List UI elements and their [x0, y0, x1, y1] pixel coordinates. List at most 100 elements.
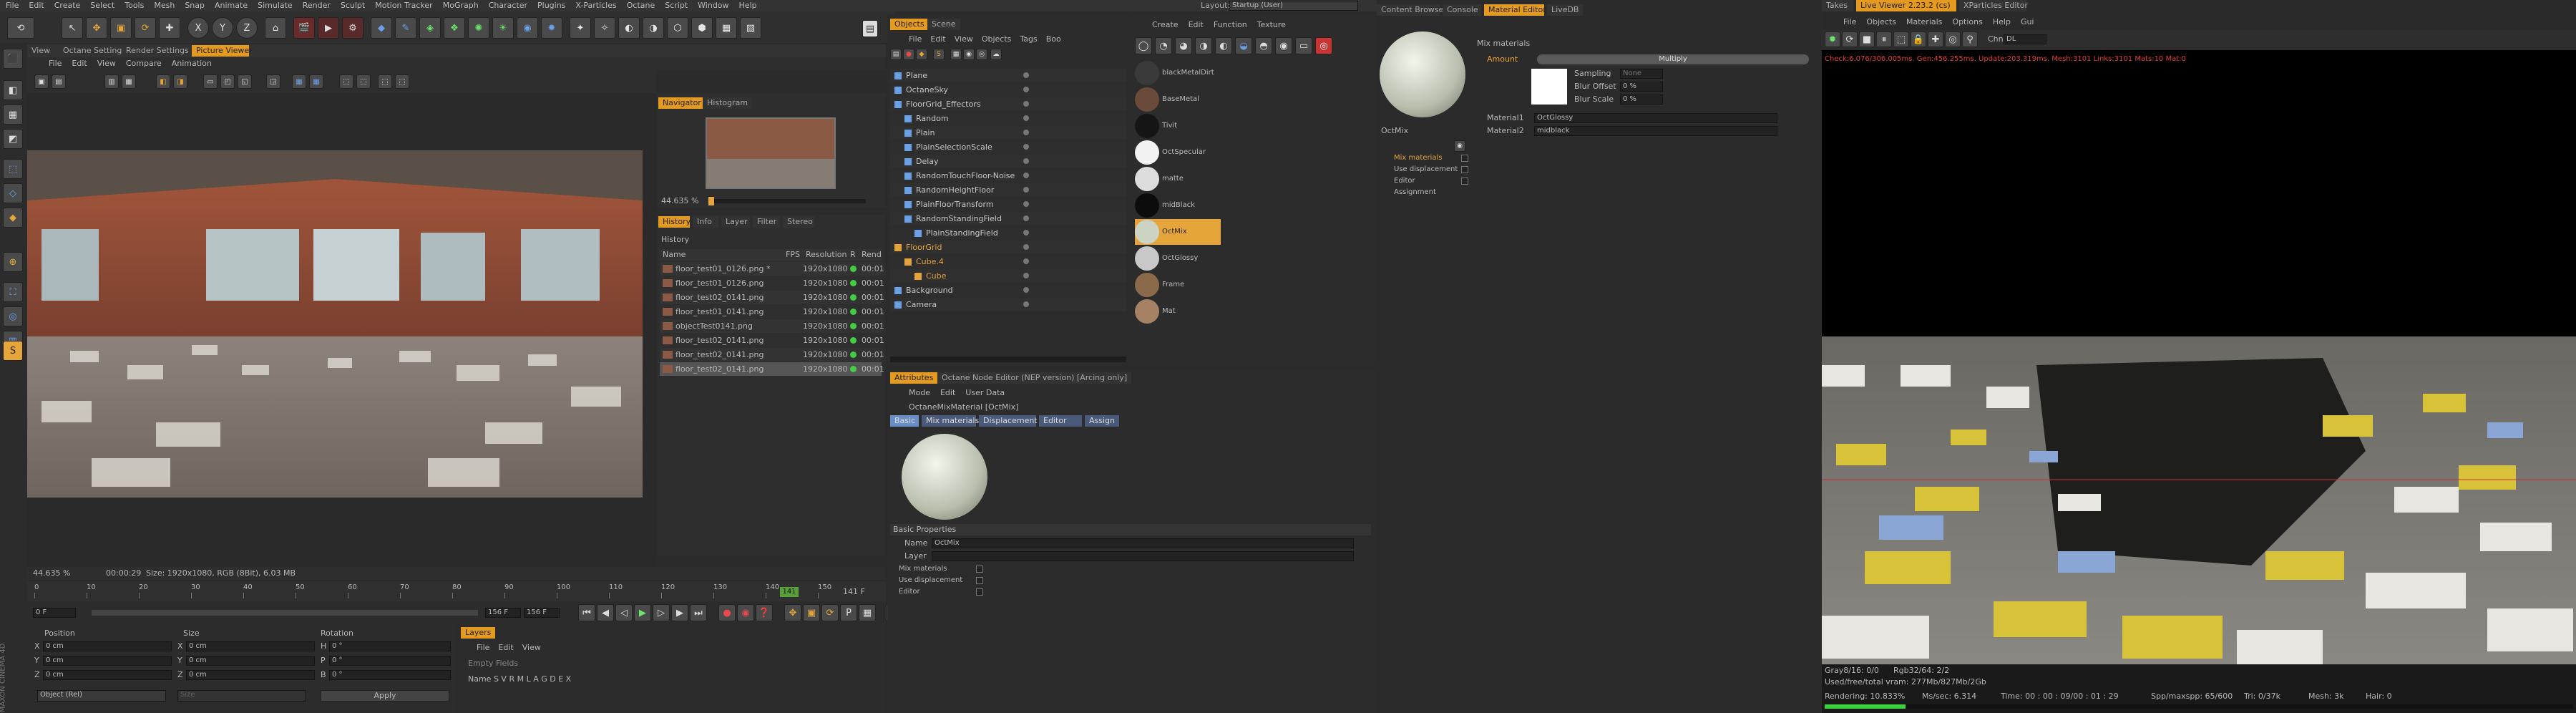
- attributes-menu-item[interactable]: Mode: [909, 388, 930, 397]
- light-button[interactable]: ✹: [541, 17, 562, 39]
- object-visibility-icon[interactable]: [1023, 244, 1029, 250]
- pv-filter-icon[interactable]: ▭: [203, 74, 218, 89]
- material-editor-tab[interactable]: Console: [1443, 4, 1481, 16]
- live-viewer-tab[interactable]: XParticles Editor: [1959, 0, 2028, 11]
- object-visibility-icon[interactable]: [1023, 187, 1029, 193]
- menu-item[interactable]: Plugins: [537, 1, 565, 11]
- camera-button[interactable]: ◉: [517, 17, 538, 39]
- layers-menu-item[interactable]: View: [522, 643, 541, 652]
- scale-tool-button[interactable]: ▣: [110, 17, 132, 39]
- pv-region-icon[interactable]: ▦: [122, 74, 136, 89]
- material-row[interactable]: matte: [1135, 166, 1221, 192]
- lv-menu-item[interactable]: Help: [1993, 17, 2011, 26]
- live-viewer-tab[interactable]: Takes: [1822, 0, 1853, 11]
- name-field[interactable]: OctMix: [932, 538, 1354, 548]
- coord-size-field[interactable]: 0 cm: [186, 641, 315, 651]
- model-mode-button[interactable]: ◧: [3, 80, 23, 100]
- object-row[interactable]: Camera: [890, 298, 1126, 311]
- lv-stop-icon[interactable]: ■: [1859, 31, 1875, 47]
- range-slider[interactable]: [92, 610, 478, 616]
- objects-menu-item[interactable]: Objects: [982, 34, 1012, 44]
- axis-lock-button[interactable]: ⛶: [3, 282, 23, 302]
- move-tool-button[interactable]: ✥: [86, 17, 107, 39]
- history-tab[interactable]: History: [658, 216, 691, 228]
- object-row[interactable]: Cube.4: [890, 255, 1126, 268]
- attribute-checkbox[interactable]: [976, 566, 983, 573]
- objects-menu-item[interactable]: File: [909, 34, 922, 44]
- attributes-subtab[interactable]: Assign: [1085, 415, 1119, 427]
- end-frame-field-2[interactable]: 156 F: [524, 608, 560, 618]
- object-visibility-icon[interactable]: [1023, 215, 1029, 221]
- octane-button-8[interactable]: ▧: [740, 17, 761, 39]
- pv-compare-icon[interactable]: ◲: [266, 74, 280, 89]
- mat-tool-8[interactable]: ◉: [1275, 37, 1292, 54]
- material-row[interactable]: Mat: [1135, 299, 1221, 324]
- render-view-button[interactable]: 🎬: [293, 17, 315, 39]
- pv-fit4-icon[interactable]: ⬚: [395, 74, 409, 89]
- pv-render-icon[interactable]: ▥: [104, 74, 119, 89]
- object-visibility-icon[interactable]: [1023, 258, 1029, 264]
- goto-start-button[interactable]: ⏮: [578, 604, 595, 621]
- scale-key-button[interactable]: ▣: [803, 604, 820, 621]
- menu-item[interactable]: Snap: [185, 1, 205, 11]
- material-menu-item[interactable]: Function: [1214, 20, 1247, 29]
- pv-menu-item[interactable]: Animation: [172, 59, 212, 68]
- attributes-subtab[interactable]: Editor: [1039, 415, 1082, 427]
- tab-layers[interactable]: Layers: [461, 627, 496, 639]
- menu-item[interactable]: Tools: [125, 1, 144, 11]
- material-editor-tab[interactable]: LiveDB: [1547, 4, 1583, 16]
- pv-channel-icon[interactable]: ◰: [220, 74, 235, 89]
- blur-offset-field[interactable]: 0 %: [1620, 82, 1663, 92]
- polygons-mode-button[interactable]: ◆: [3, 208, 23, 228]
- material-menu-item[interactable]: Texture: [1257, 20, 1286, 29]
- object-visibility-icon[interactable]: [1023, 230, 1029, 236]
- amount-field[interactable]: Multiply: [1537, 54, 1809, 64]
- lv-region-icon[interactable]: ⬚: [1893, 31, 1909, 47]
- history-row[interactable]: objectTest0141.png 1920x1080 00:01: [660, 319, 884, 333]
- rotate-key-button[interactable]: ⟳: [821, 604, 839, 621]
- menu-item[interactable]: X-Particles: [575, 1, 616, 11]
- apply-button[interactable]: Apply: [321, 690, 449, 702]
- lv-lock-icon[interactable]: 🔒: [1911, 31, 1926, 47]
- environment-button[interactable]: ☀: [492, 17, 514, 39]
- attribute-checkbox[interactable]: [976, 588, 983, 596]
- coord-size-select[interactable]: Size: [177, 690, 306, 702]
- material1-field[interactable]: OctGlossy: [1534, 113, 1777, 123]
- coord-system-button[interactable]: ⌂: [265, 17, 286, 39]
- object-visibility-icon[interactable]: [1023, 130, 1029, 135]
- filter-icon-5[interactable]: ▦: [950, 49, 962, 60]
- lv-restart-icon[interactable]: ⟳: [1842, 31, 1858, 47]
- material-row[interactable]: Frame: [1135, 272, 1221, 298]
- layers-menu-item[interactable]: File: [477, 643, 489, 652]
- mat-tool-9[interactable]: ▭: [1295, 37, 1312, 54]
- octane-button-5[interactable]: ⬡: [667, 17, 688, 39]
- lv-pick-icon[interactable]: ✚: [1928, 31, 1943, 47]
- me-expand-icon[interactable]: ◉: [1454, 140, 1465, 152]
- history-row[interactable]: floor_test02_0141.png 1920x1080 00:01: [660, 334, 884, 347]
- me-channel-checkbox[interactable]: [1461, 166, 1468, 173]
- pv-grid-icon[interactable]: ▦: [292, 74, 306, 89]
- object-row[interactable]: Background: [890, 283, 1126, 297]
- axis-y-button[interactable]: Y: [212, 17, 233, 39]
- object-row[interactable]: FloorGrid: [890, 241, 1126, 254]
- zoom-slider[interactable]: [708, 197, 866, 205]
- coord-rotation-field[interactable]: 0 °: [329, 670, 451, 680]
- keyframe-button[interactable]: ❓: [756, 604, 773, 621]
- object-row[interactable]: Random: [890, 112, 1126, 125]
- menu-item[interactable]: MoGraph: [443, 1, 479, 11]
- object-visibility-icon[interactable]: [1023, 87, 1029, 92]
- layout-select[interactable]: Startup (User): [1229, 1, 1358, 11]
- pv-fit-icon[interactable]: ⬚: [339, 74, 353, 89]
- coord-size-field[interactable]: 0 cm: [186, 670, 315, 680]
- lv-menu-item[interactable]: Options: [1952, 17, 1982, 26]
- octane-button-6[interactable]: ⬢: [691, 17, 713, 39]
- edges-mode-button[interactable]: ◇: [3, 183, 23, 203]
- pv-ab-icon[interactable]: ◧: [156, 74, 170, 89]
- param-key-button[interactable]: P: [840, 604, 857, 621]
- move-key-button[interactable]: ✥: [784, 604, 801, 621]
- menu-item[interactable]: Simulate: [258, 1, 293, 11]
- object-row[interactable]: Plane: [890, 69, 1126, 82]
- object-visibility-icon[interactable]: [1023, 287, 1029, 293]
- pv-open-icon[interactable]: ▣: [34, 74, 49, 89]
- object-visibility-icon[interactable]: [1023, 158, 1029, 164]
